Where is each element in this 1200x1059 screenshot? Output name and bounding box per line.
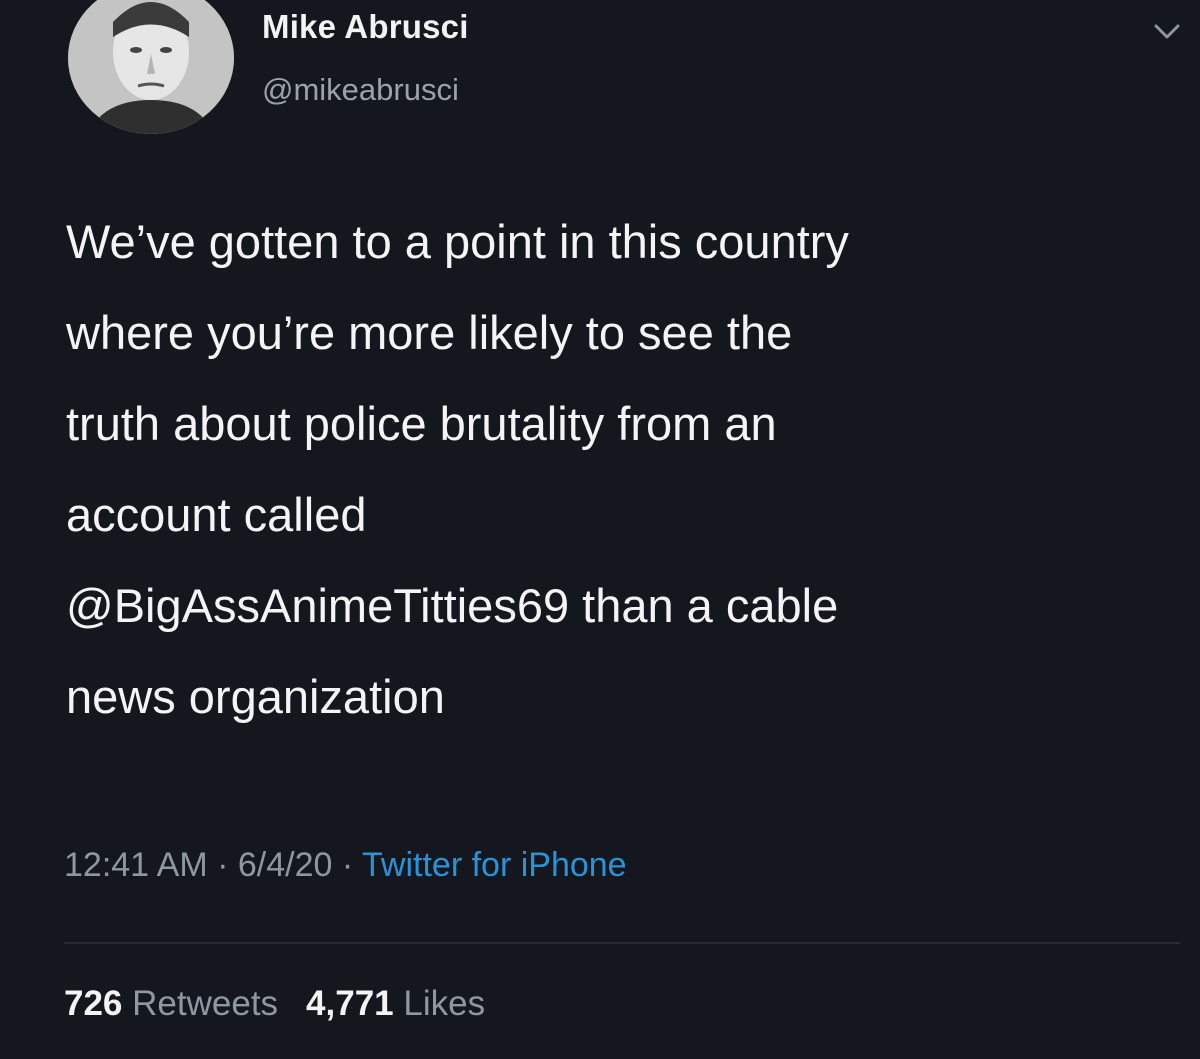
tweet-meta: 12:41 AM · 6/4/20 · Twitter for iPhone (64, 846, 627, 885)
meta-separator: · (332, 846, 363, 884)
tweet-date: 6/4/20 (237, 846, 333, 884)
author-handle[interactable]: @mikeabrusci (262, 72, 459, 108)
tweet-card: Mike Abrusci @mikeabrusci We’ve gotten t… (0, 0, 1200, 1059)
tweet-time: 12:41 AM (64, 846, 208, 884)
meta-separator: · (207, 846, 238, 884)
retweets-count: 726 (64, 984, 123, 1023)
tweet-stats: 726 Retweets 4,771 Likes (64, 984, 485, 1024)
tweet-source-link[interactable]: Twitter for iPhone (362, 846, 627, 884)
likes-label: Likes (403, 984, 486, 1023)
divider (64, 942, 1180, 944)
author-display-name[interactable]: Mike Abrusci (262, 8, 469, 46)
retweets-stat[interactable]: 726 Retweets (64, 984, 278, 1023)
avatar[interactable] (68, 0, 234, 134)
chevron-down-icon[interactable] (1150, 18, 1184, 48)
retweets-label: Retweets (132, 984, 279, 1023)
avatar-portrait (68, 0, 234, 134)
likes-count: 4,771 (306, 984, 394, 1023)
likes-stat[interactable]: 4,771 Likes (306, 984, 485, 1023)
tweet-text: We’ve gotten to a point in this country … (66, 215, 849, 723)
